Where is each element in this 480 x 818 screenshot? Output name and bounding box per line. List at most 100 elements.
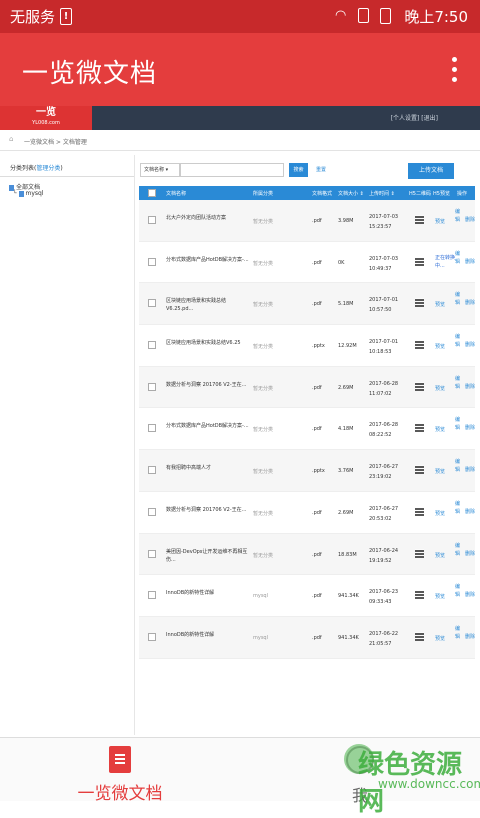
edit-link[interactable]: 编辑 (455, 208, 463, 224)
qr-code-icon[interactable] (415, 548, 424, 558)
breadcrumb-text[interactable]: 一览微文档 > 文档管理 (24, 137, 87, 146)
doc-size: 5.18M (338, 301, 354, 308)
preview-link[interactable]: 预览 (435, 218, 445, 225)
qr-code-icon[interactable] (415, 590, 424, 600)
row-checkbox[interactable] (148, 466, 156, 475)
doc-category: 暂无分类 (253, 219, 274, 225)
preview-link[interactable]: 预览 (435, 510, 445, 517)
row-checkbox[interactable] (148, 216, 156, 224)
more-menu-icon[interactable] (452, 57, 458, 87)
doc-name[interactable]: 数据分析与洞察 201706 V2-王在... (166, 506, 250, 514)
preview-link[interactable]: 预览 (435, 552, 445, 559)
nav-docs-tab[interactable]: 一览微文档 (60, 746, 180, 804)
doc-format: .pptx (312, 343, 325, 350)
edit-link[interactable]: 编辑 (455, 625, 463, 641)
delete-link[interactable]: 删除 (465, 550, 475, 557)
home-icon[interactable]: ⌂ (9, 136, 17, 143)
delete-link[interactable]: 删除 (465, 508, 475, 515)
preview-link[interactable]: 预览 (435, 635, 445, 642)
doc-name[interactable]: 美团因-DevOps让开发运维不再相互伤... (166, 548, 250, 564)
manage-category-link[interactable]: 管理分类 (36, 165, 60, 172)
preview-link[interactable]: 正在转换中... (435, 254, 457, 270)
doc-name[interactable]: InnoDB的新特性详解 (166, 589, 250, 597)
row-checkbox[interactable] (148, 549, 156, 558)
user-links[interactable]: [个人设置] [退出] (391, 113, 438, 122)
search-input[interactable] (179, 163, 284, 177)
table-row: 分布式数据库产品HotDB解决方案-... 暂无分类 .pdf 4.18M 2017-0… (139, 408, 475, 451)
col-name[interactable]: 文档名称 (166, 190, 186, 197)
edit-link[interactable]: 编辑 (455, 500, 463, 516)
edit-link[interactable]: 编辑 (455, 416, 463, 432)
doc-name[interactable]: 区块链应用场景和实践总结V6.25 (166, 339, 250, 347)
delete-link[interactable]: 删除 (465, 216, 475, 223)
row-checkbox[interactable] (148, 382, 156, 391)
col-time[interactable]: 上传时间 ⇕ (369, 190, 395, 197)
qr-code-icon[interactable] (415, 423, 424, 433)
doc-name[interactable]: 北大户外定向团队活动方案 (166, 214, 250, 222)
doc-name[interactable]: 区块链应用场景和实践总结V6.25.pd... (166, 297, 250, 313)
logo-main-text: 一览 (36, 107, 56, 118)
search-field-select[interactable]: 文档名称 ▾ (140, 163, 181, 177)
preview-link[interactable]: 预览 (435, 385, 445, 392)
row-checkbox[interactable] (148, 507, 156, 516)
edit-link[interactable]: 编辑 (455, 583, 463, 599)
edit-link[interactable]: 编辑 (455, 291, 463, 307)
qr-code-icon[interactable] (415, 631, 424, 641)
status-bar: 无服务 ! ◠ 晚上7:50 (0, 0, 480, 33)
qr-code-icon[interactable] (415, 215, 424, 224)
delete-link[interactable]: 删除 (465, 466, 475, 473)
row-checkbox[interactable] (148, 424, 156, 433)
category-heading: 分类列表(管理分类) (10, 163, 63, 172)
col-size[interactable]: 文档大小 ⇕ (338, 190, 364, 197)
doc-clock: 21:05:57 (369, 640, 392, 647)
table-row: 区块链应用场景和实践总结V6.25 暂无分类 .pptx 12.92M 2017-07-… (139, 325, 475, 367)
select-all-checkbox[interactable] (148, 189, 156, 197)
doc-time: 2017-06-28 08:22:52 (369, 420, 409, 440)
file-icon (18, 190, 24, 197)
site-logo[interactable]: 一览 YL008.com (0, 106, 92, 130)
doc-name[interactable]: 有我招聘中高端人才 (166, 464, 250, 472)
preview-link[interactable]: 预览 (435, 468, 445, 475)
preview-link[interactable]: 预览 (435, 426, 445, 433)
edit-link[interactable]: 编辑 (455, 250, 463, 266)
doc-format: .pdf (312, 634, 322, 641)
tree-item-mysql[interactable]: └ mysql (13, 190, 44, 197)
qr-code-icon[interactable] (415, 256, 424, 266)
doc-name[interactable]: 数据分析与洞察 201706 V2-王在... (166, 381, 250, 389)
qr-code-icon[interactable] (415, 506, 424, 516)
delete-link[interactable]: 删除 (465, 383, 475, 390)
delete-link[interactable]: 删除 (465, 258, 475, 265)
row-checkbox[interactable] (148, 299, 156, 308)
app-title: 一览微文档 (22, 59, 158, 89)
qr-code-icon[interactable] (415, 381, 424, 391)
doc-name[interactable]: 分布式数据库产品HotDB解决方案-... (166, 422, 250, 430)
row-checkbox[interactable] (148, 591, 156, 600)
qr-code-icon[interactable] (415, 465, 424, 475)
doc-name[interactable]: InnoDB的新特性详解 (166, 631, 250, 639)
delete-link[interactable]: 删除 (465, 424, 475, 431)
col-qr: H5二维码 (409, 191, 431, 197)
reset-button[interactable]: 重置 (316, 163, 326, 177)
qr-code-icon[interactable] (415, 340, 424, 350)
edit-link[interactable]: 编辑 (455, 333, 463, 349)
delete-link[interactable]: 删除 (465, 633, 475, 640)
row-checkbox[interactable] (148, 341, 156, 350)
row-checkbox[interactable] (148, 632, 156, 641)
preview-link[interactable]: 预览 (435, 301, 445, 308)
search-button[interactable]: 搜索 (289, 163, 308, 177)
doc-format: .pdf (312, 259, 322, 266)
row-checkbox[interactable] (148, 257, 156, 266)
delete-link[interactable]: 删除 (465, 299, 475, 306)
delete-link[interactable]: 删除 (465, 591, 475, 598)
edit-link[interactable]: 编辑 (455, 375, 463, 391)
qr-code-icon[interactable] (415, 298, 424, 308)
edit-link[interactable]: 编辑 (455, 542, 463, 558)
doc-name[interactable]: 分布式数据库产品HotDB解决方案-... (166, 256, 250, 264)
preview-link[interactable]: 预览 (435, 593, 445, 600)
doc-size: 2.69M (338, 384, 354, 391)
preview-link[interactable]: 预览 (435, 343, 445, 350)
delete-link[interactable]: 删除 (465, 341, 475, 348)
doc-date: 2017-07-03 (369, 214, 399, 220)
upload-button[interactable]: 上传文档 (408, 163, 454, 179)
edit-link[interactable]: 编辑 (455, 458, 463, 474)
